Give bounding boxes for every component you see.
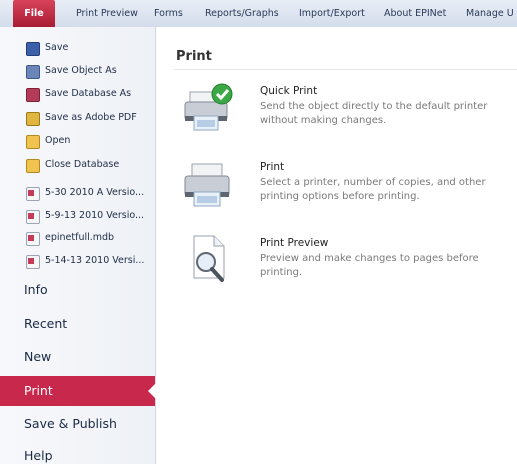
quick-print-option[interactable]: Quick Print Send the object directly to … xyxy=(174,82,517,152)
recent-file-item[interactable]: 5-14-13 2010 Versi... xyxy=(0,251,155,273)
folder-icon xyxy=(26,159,40,173)
save-database-icon xyxy=(26,88,40,102)
close-database-command[interactable]: Close Database xyxy=(0,155,155,177)
access-file-icon xyxy=(26,255,40,269)
open-label: Open xyxy=(45,135,71,146)
save-object-as-label: Save Object As xyxy=(45,65,117,76)
sidebar-item-recent[interactable]: Recent xyxy=(0,309,155,339)
tab-print-preview[interactable]: Print Preview xyxy=(76,0,138,27)
sidebar-item-save-publish[interactable]: Save & Publish xyxy=(0,409,155,439)
save-object-as-command[interactable]: Save Object As xyxy=(0,61,155,83)
print-pane: Print Quick Print Send the object direct… xyxy=(156,27,517,464)
recent-file-label: 5-30 2010 A Versio... xyxy=(45,187,145,198)
printer-icon xyxy=(184,163,230,207)
recent-file-item[interactable]: epinetfull.mdb xyxy=(0,228,155,250)
print-preview-icon xyxy=(193,235,225,282)
folder-open-icon xyxy=(26,135,40,149)
save-icon xyxy=(26,42,40,56)
print-description: Select a printer, number of copies, and … xyxy=(260,177,486,202)
save-command[interactable]: Save xyxy=(0,38,155,60)
close-database-label: Close Database xyxy=(45,159,120,170)
tab-manage[interactable]: Manage U xyxy=(466,0,514,27)
save-label: Save xyxy=(45,42,69,53)
access-file-icon xyxy=(26,187,40,201)
save-as-pdf-label: Save as Adobe PDF xyxy=(45,112,137,123)
save-database-as-label: Save Database As xyxy=(45,88,132,99)
access-file-icon xyxy=(26,210,40,224)
sidebar-item-help[interactable]: Help xyxy=(0,441,155,471)
pdf-icon xyxy=(26,112,40,126)
print-preview-title: Print Preview xyxy=(260,237,329,249)
quick-print-icon xyxy=(184,83,233,131)
sidebar-item-print[interactable]: Print xyxy=(0,376,156,406)
tab-file[interactable]: File xyxy=(13,0,55,27)
tab-import-export[interactable]: Import/Export xyxy=(299,0,365,27)
recent-file-item[interactable]: 5-30 2010 A Versio... xyxy=(0,183,155,205)
ribbon-tab-bar: File Print Preview Forms Reports/Graphs … xyxy=(0,0,517,28)
tab-about-epinet[interactable]: About EPINet xyxy=(384,0,446,27)
recent-file-item[interactable]: 5-9-13 2010 Versio... xyxy=(0,206,155,228)
print-title: Print xyxy=(260,161,285,173)
open-command[interactable]: Open xyxy=(0,131,155,153)
quick-print-title: Quick Print xyxy=(260,85,318,97)
page-title: Print xyxy=(176,49,212,64)
backstage-sidebar: Save Save Object As Save Database As Sav… xyxy=(0,27,156,464)
tab-reports-graphs[interactable]: Reports/Graphs xyxy=(205,0,279,27)
quick-print-description: Send the object directly to the default … xyxy=(260,101,488,126)
sidebar-item-new[interactable]: New xyxy=(0,342,155,372)
save-as-pdf-command[interactable]: Save as Adobe PDF xyxy=(0,108,155,130)
access-file-icon xyxy=(26,232,40,246)
sidebar-item-info[interactable]: Info xyxy=(0,275,155,305)
heading-divider xyxy=(174,69,517,70)
print-option[interactable]: Print Select a printer, number of copies… xyxy=(174,158,517,228)
recent-file-label: 5-9-13 2010 Versio... xyxy=(45,210,145,221)
print-preview-option[interactable]: Print Preview Preview and make changes t… xyxy=(174,234,517,304)
tab-forms[interactable]: Forms xyxy=(154,0,183,27)
recent-file-label: epinetfull.mdb xyxy=(45,232,115,243)
print-preview-description: Preview and make changes to pages before… xyxy=(260,253,479,278)
save-object-icon xyxy=(26,65,40,79)
recent-file-label: 5-14-13 2010 Versi... xyxy=(45,255,145,266)
save-database-as-command[interactable]: Save Database As xyxy=(0,84,155,106)
